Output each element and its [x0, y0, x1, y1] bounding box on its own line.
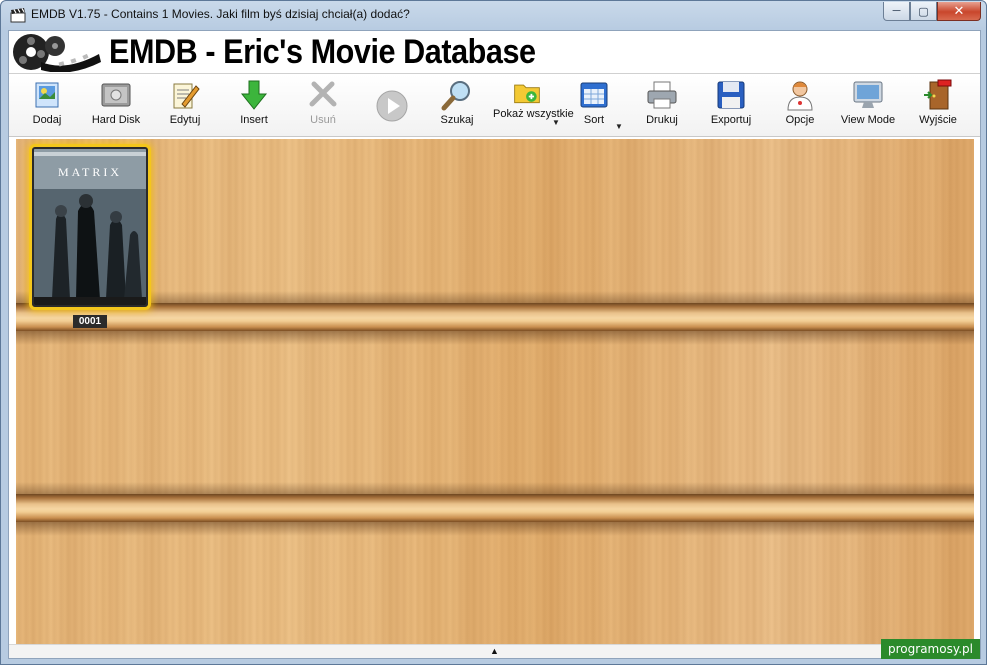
- show-all-button[interactable]: Pokaż wszystkie ▼: [493, 78, 574, 134]
- clapperboard-icon: [10, 8, 26, 23]
- movie-poster-image: MATRIX: [34, 149, 146, 305]
- options-label: Opcje: [785, 114, 815, 126]
- insert-arrow-icon: [240, 80, 268, 110]
- movie-shelf-view[interactable]: MATRIX 0001: [16, 139, 974, 644]
- movie-cover[interactable]: MATRIX: [32, 147, 148, 307]
- window-title: EMDB V1.75 - Contains 1 Movies. Jaki fil…: [31, 7, 410, 21]
- app-header: EMDB - Eric's Movie Database: [9, 31, 980, 74]
- movie-number-label: 0001: [73, 315, 107, 328]
- sort-icon: [580, 82, 608, 108]
- exit-door-icon: [924, 79, 952, 110]
- shelf-shade: [16, 291, 974, 303]
- options-button[interactable]: Opcje: [768, 78, 832, 134]
- minimize-button[interactable]: ─: [883, 2, 910, 21]
- shelf-board-2: [16, 494, 974, 522]
- exit-label: Wyjście: [919, 114, 957, 126]
- search-icon: [441, 81, 470, 111]
- movie-cover-title: MATRIX: [58, 165, 122, 179]
- play-icon: [376, 90, 408, 122]
- print-label: Drukuj: [646, 114, 678, 126]
- hard-disk-label: Hard Disk: [91, 114, 141, 126]
- export-label: Exportuj: [710, 114, 752, 126]
- search-label: Szukaj: [440, 114, 474, 126]
- insert-button[interactable]: Insert: [222, 78, 286, 134]
- shelf-shadow: [16, 522, 974, 536]
- print-icon: [647, 81, 677, 109]
- app-window: EMDB V1.75 - Contains 1 Movies. Jaki fil…: [0, 0, 987, 665]
- main-toolbar: Dodaj Hard Disk Edytuj Insert Usuń Szuka…: [9, 75, 980, 137]
- film-reel-logo-icon: [13, 34, 101, 72]
- hard-disk-button[interactable]: Hard Disk: [84, 78, 148, 134]
- shelf-shade: [16, 482, 974, 494]
- view-mode-button[interactable]: View Mode: [836, 78, 900, 134]
- delete-tools-icon: [309, 81, 337, 107]
- play-button[interactable]: [360, 78, 424, 134]
- add-movie-icon: [35, 82, 59, 108]
- expand-up-arrow-icon[interactable]: ▲: [490, 646, 499, 656]
- shelf-shadow: [16, 331, 974, 345]
- exit-button[interactable]: Wyjście: [906, 78, 970, 134]
- export-disk-icon: [717, 81, 745, 109]
- export-button[interactable]: Exportuj: [699, 78, 763, 134]
- add-label: Dodaj: [32, 114, 62, 126]
- maximize-button[interactable]: ▢: [910, 2, 937, 21]
- delete-label: Usuń: [310, 114, 336, 126]
- sort-button[interactable]: Sort ▼: [562, 78, 626, 134]
- options-user-icon: [787, 81, 813, 111]
- app-title: EMDB - Eric's Movie Database: [109, 33, 536, 71]
- add-button[interactable]: Dodaj: [15, 78, 79, 134]
- hard-disk-icon: [101, 83, 131, 107]
- show-all-label: Pokaż wszystkie: [493, 108, 574, 120]
- search-button[interactable]: Szukaj: [425, 78, 489, 134]
- sort-dropdown-icon[interactable]: ▼: [615, 122, 623, 131]
- client-area: EMDB - Eric's Movie Database Dodaj Hard …: [8, 30, 981, 659]
- print-button[interactable]: Drukuj: [630, 78, 694, 134]
- watermark-badge: programosy.pl: [881, 639, 980, 659]
- close-button[interactable]: ✕: [937, 2, 981, 21]
- edit-label: Edytuj: [169, 114, 201, 126]
- title-bar[interactable]: EMDB V1.75 - Contains 1 Movies. Jaki fil…: [1, 1, 986, 29]
- view-mode-label: View Mode: [840, 114, 896, 126]
- show-all-folder-icon: [514, 84, 540, 104]
- bottom-bar: ▲: [9, 644, 980, 658]
- delete-button[interactable]: Usuń: [291, 78, 355, 134]
- shelf-board-1: [16, 303, 974, 331]
- show-all-dropdown-icon[interactable]: ▼: [552, 118, 560, 127]
- view-mode-monitor-icon: [853, 81, 883, 108]
- insert-label: Insert: [240, 114, 268, 126]
- edit-button[interactable]: Edytuj: [153, 78, 217, 134]
- edit-icon: [173, 83, 200, 109]
